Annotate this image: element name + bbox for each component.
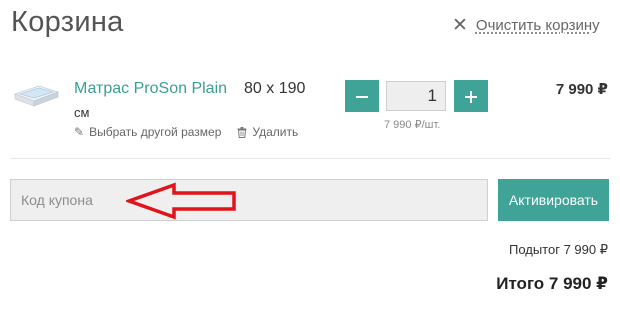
mattress-thumbnail[interactable] bbox=[11, 80, 61, 110]
pencil-icon: ✎ bbox=[74, 125, 85, 139]
activate-coupon-button[interactable]: Активировать bbox=[498, 179, 609, 221]
increase-quantity-button[interactable] bbox=[454, 80, 488, 112]
coupon-input[interactable] bbox=[10, 179, 488, 221]
product-size-unit: см bbox=[74, 105, 90, 120]
clear-cart-label[interactable]: Очистить корзину bbox=[476, 17, 600, 34]
change-size-label[interactable]: Выбрать другой размер bbox=[89, 125, 221, 139]
trash-icon bbox=[237, 126, 247, 138]
product-actions: ✎ Выбрать другой размер Удалить bbox=[74, 125, 298, 139]
unit-price: 7 990 ₽/шт. bbox=[384, 119, 441, 131]
clear-cart-button[interactable]: ✕ Очистить корзину bbox=[452, 16, 600, 35]
page-title: Корзина bbox=[11, 6, 124, 38]
decrease-quantity-button[interactable] bbox=[345, 80, 379, 112]
divider bbox=[10, 158, 610, 159]
product-size: 80 х 190 bbox=[244, 80, 306, 97]
subtotal: Подытог 7 990 ₽ bbox=[508, 242, 608, 257]
product-name-link[interactable]: Матрас ProSon Plain bbox=[74, 80, 227, 98]
line-total: 7 990 ₽ bbox=[555, 81, 608, 98]
minus-icon bbox=[356, 95, 368, 98]
close-icon[interactable]: ✕ bbox=[452, 16, 468, 35]
order-total: Итого 7 990 ₽ bbox=[496, 274, 608, 293]
quantity-input[interactable] bbox=[386, 81, 446, 111]
plus-icon bbox=[465, 90, 477, 103]
delete-item-label[interactable]: Удалить bbox=[252, 125, 298, 139]
change-size-button[interactable]: ✎ Выбрать другой размер bbox=[74, 125, 221, 139]
delete-item-button[interactable]: Удалить bbox=[237, 125, 298, 139]
